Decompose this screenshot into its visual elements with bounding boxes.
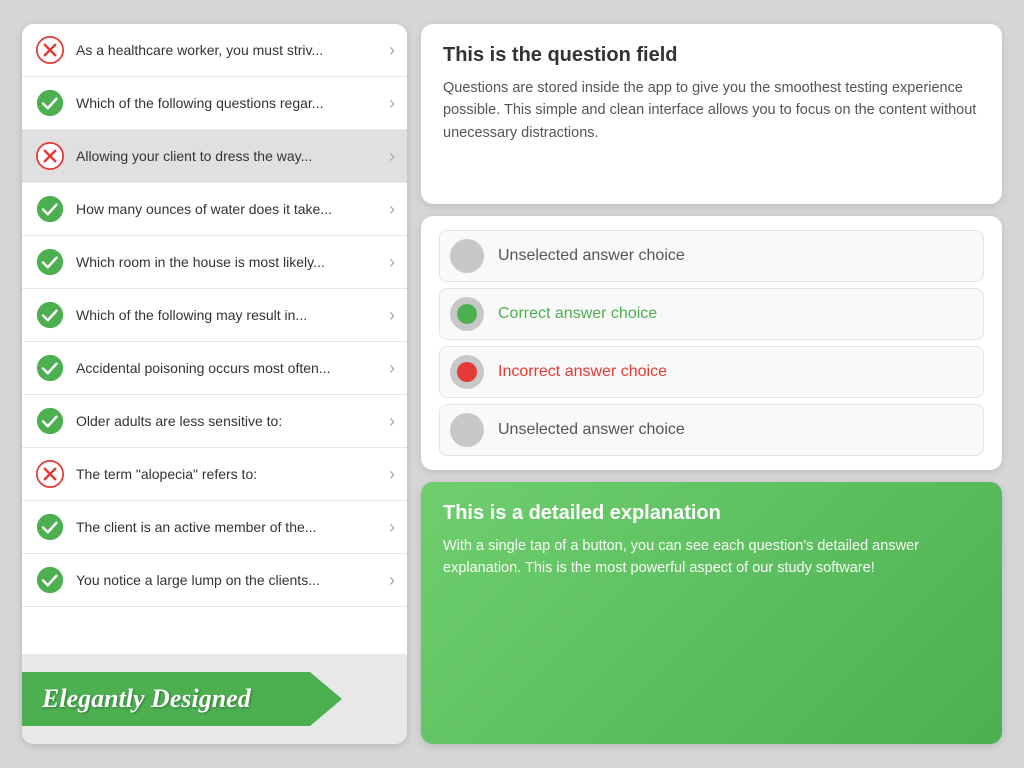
question-item[interactable]: Older adults are less sensitive to: › <box>22 395 407 448</box>
chevron-right-icon: › <box>389 199 395 220</box>
chevron-right-icon: › <box>389 252 395 273</box>
answer-label: Unselected answer choice <box>498 421 685 439</box>
radio-button-inner <box>457 420 477 440</box>
answer-row[interactable]: Incorrect answer choice <box>439 346 984 398</box>
answer-row[interactable]: Unselected answer choice <box>439 404 984 456</box>
answer-label: Correct answer choice <box>498 305 657 323</box>
question-text: The term "alopecia" refers to: <box>76 465 383 483</box>
explanation-title: This is a detailed explanation <box>443 502 980 525</box>
question-item[interactable]: The client is an active member of the...… <box>22 501 407 554</box>
left-panel: As a healthcare worker, you must striv..… <box>22 24 407 744</box>
question-text: The client is an active member of the... <box>76 518 383 536</box>
radio-button-inner <box>457 304 477 324</box>
question-item[interactable]: How many ounces of water does it take...… <box>22 183 407 236</box>
question-item[interactable]: You notice a large lump on the clients..… <box>22 554 407 607</box>
question-item[interactable]: The term "alopecia" refers to: › <box>22 448 407 501</box>
question-text: Which of the following may result in... <box>76 306 383 324</box>
radio-button-outer[interactable] <box>450 297 484 331</box>
chevron-right-icon: › <box>389 40 395 61</box>
chevron-right-icon: › <box>389 305 395 326</box>
correct-icon <box>34 87 66 119</box>
question-item[interactable]: Accidental poisoning occurs most often..… <box>22 342 407 395</box>
explanation-body: With a single tap of a button, you can s… <box>443 535 980 580</box>
radio-button-inner <box>457 362 477 382</box>
answer-label: Incorrect answer choice <box>498 363 667 381</box>
question-item[interactable]: Which room in the house is most likely..… <box>22 236 407 289</box>
correct-icon <box>34 352 66 384</box>
explanation-card: This is a detailed explanation With a si… <box>421 482 1002 744</box>
correct-icon <box>34 193 66 225</box>
banner-container: Elegantly Designed <box>22 654 407 744</box>
chevron-right-icon: › <box>389 146 395 167</box>
correct-icon <box>34 405 66 437</box>
answers-card: Unselected answer choice Correct answer c… <box>421 216 1002 470</box>
question-text: Older adults are less sensitive to: <box>76 412 383 430</box>
question-card: This is the question field Questions are… <box>421 24 1002 204</box>
question-item[interactable]: Which of the following may result in... › <box>22 289 407 342</box>
banner-ribbon: Elegantly Designed <box>22 672 342 726</box>
question-text: As a healthcare worker, you must striv..… <box>76 41 383 59</box>
question-card-body: Questions are stored inside the app to g… <box>443 77 980 144</box>
radio-button-inner <box>457 246 477 266</box>
question-card-title: This is the question field <box>443 44 980 67</box>
correct-icon <box>34 511 66 543</box>
chevron-right-icon: › <box>389 93 395 114</box>
right-panel: This is the question field Questions are… <box>421 24 1002 744</box>
chevron-right-icon: › <box>389 570 395 591</box>
question-item[interactable]: As a healthcare worker, you must striv..… <box>22 24 407 77</box>
banner-text: Elegantly Designed <box>42 684 251 714</box>
radio-button-outer[interactable] <box>450 239 484 273</box>
chevron-right-icon: › <box>389 358 395 379</box>
question-text: You notice a large lump on the clients..… <box>76 571 383 589</box>
question-text: Which of the following questions regar..… <box>76 94 383 112</box>
question-item[interactable]: Allowing your client to dress the way...… <box>22 130 407 183</box>
answer-row[interactable]: Unselected answer choice <box>439 230 984 282</box>
answer-row[interactable]: Correct answer choice <box>439 288 984 340</box>
app-container: As a healthcare worker, you must striv..… <box>12 14 1012 754</box>
chevron-right-icon: › <box>389 517 395 538</box>
correct-icon <box>34 299 66 331</box>
correct-icon <box>34 564 66 596</box>
question-item[interactable]: Which of the following questions regar..… <box>22 77 407 130</box>
question-text: Which room in the house is most likely..… <box>76 253 383 271</box>
chevron-right-icon: › <box>389 411 395 432</box>
question-text: Allowing your client to dress the way... <box>76 147 383 165</box>
chevron-right-icon: › <box>389 464 395 485</box>
incorrect-icon <box>34 34 66 66</box>
radio-button-outer[interactable] <box>450 413 484 447</box>
incorrect-icon <box>34 140 66 172</box>
correct-icon <box>34 246 66 278</box>
radio-button-outer[interactable] <box>450 355 484 389</box>
question-list: As a healthcare worker, you must striv..… <box>22 24 407 654</box>
question-text: How many ounces of water does it take... <box>76 200 383 218</box>
answer-label: Unselected answer choice <box>498 247 685 265</box>
question-text: Accidental poisoning occurs most often..… <box>76 359 383 377</box>
incorrect-icon <box>34 458 66 490</box>
